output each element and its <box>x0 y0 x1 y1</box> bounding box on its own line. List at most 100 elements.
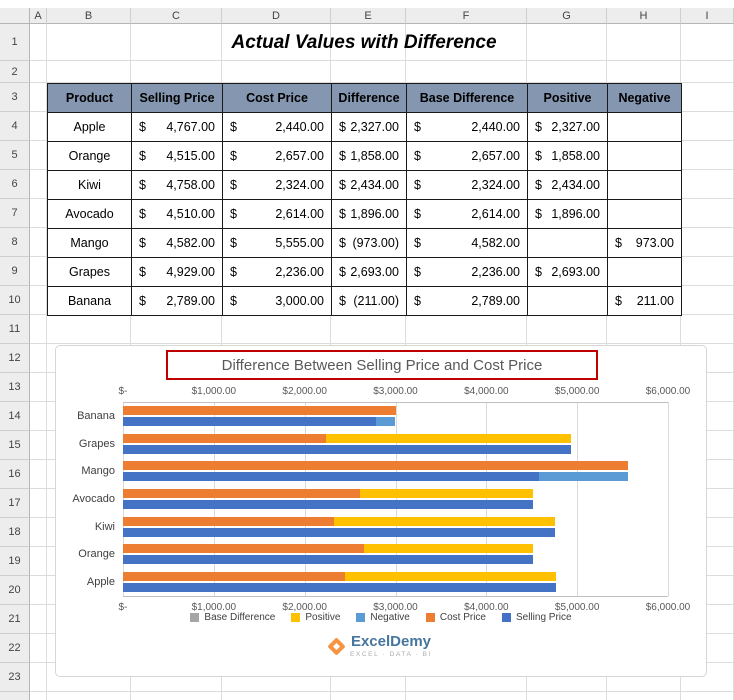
row-header-2[interactable]: 2 <box>0 61 30 83</box>
cell[interactable]: $2,614.00 <box>222 199 332 229</box>
legend-item-negative[interactable]: Negative <box>356 612 410 623</box>
cell[interactable]: Avocado <box>47 199 132 229</box>
cell[interactable] <box>607 141 682 171</box>
cell[interactable]: $2,693.00 <box>331 257 407 287</box>
chart[interactable]: Difference Between Selling Price and Cos… <box>55 345 707 677</box>
cell[interactable]: $211.00 <box>607 286 682 316</box>
cell[interactable]: $2,440.00 <box>222 112 332 142</box>
table-header-product[interactable]: Product <box>47 83 132 113</box>
bar-cost-price-orange <box>123 544 365 554</box>
cell[interactable]: $2,434.00 <box>331 170 407 200</box>
row-header-15[interactable]: 15 <box>0 431 30 460</box>
cell[interactable]: $2,327.00 <box>331 112 407 142</box>
cell[interactable]: $2,440.00 <box>406 112 528 142</box>
row-header-9[interactable]: 9 <box>0 257 30 286</box>
cell[interactable]: $2,236.00 <box>222 257 332 287</box>
row-header-19[interactable]: 19 <box>0 547 30 576</box>
row-header-11[interactable]: 11 <box>0 315 30 344</box>
cell[interactable]: $3,000.00 <box>222 286 332 316</box>
row-header-5[interactable]: 5 <box>0 141 30 170</box>
row-header-24[interactable]: 24 <box>0 692 30 700</box>
row-header-13[interactable]: 13 <box>0 373 30 402</box>
bar-selling-price-avocado <box>123 500 533 509</box>
cell[interactable]: $2,327.00 <box>527 112 608 142</box>
cell[interactable]: $1,896.00 <box>527 199 608 229</box>
cell[interactable]: $2,657.00 <box>222 141 332 171</box>
row-header-22[interactable]: 22 <box>0 634 30 663</box>
column-header-A[interactable]: A <box>30 8 47 24</box>
cell[interactable]: $5,555.00 <box>222 228 332 258</box>
row-header-8[interactable]: 8 <box>0 228 30 257</box>
row-header-21[interactable]: 21 <box>0 605 30 634</box>
row-header-7[interactable]: 7 <box>0 199 30 228</box>
cell[interactable]: $4,515.00 <box>131 141 223 171</box>
cell[interactable]: $4,929.00 <box>131 257 223 287</box>
cell[interactable]: Orange <box>47 141 132 171</box>
row-header-4[interactable]: 4 <box>0 112 30 141</box>
row-header-16[interactable]: 16 <box>0 460 30 489</box>
legend-item-base-difference[interactable]: Base Difference <box>190 612 275 623</box>
table-header-base-difference[interactable]: Base Difference <box>406 83 528 113</box>
cell[interactable]: $2,693.00 <box>527 257 608 287</box>
row-header-12[interactable]: 12 <box>0 344 30 373</box>
table-header-cost-price[interactable]: Cost Price <box>222 83 332 113</box>
legend-label: Negative <box>370 612 410 623</box>
cell[interactable]: $2,236.00 <box>406 257 528 287</box>
cell[interactable]: $4,582.00 <box>406 228 528 258</box>
row-header-14[interactable]: 14 <box>0 402 30 431</box>
table-header-positive[interactable]: Positive <box>527 83 608 113</box>
table-header-negative[interactable]: Negative <box>607 83 682 113</box>
cell[interactable] <box>527 286 608 316</box>
cell[interactable]: $2,324.00 <box>222 170 332 200</box>
chart-gridline <box>213 402 215 596</box>
cell[interactable]: $ (973.00) <box>331 228 407 258</box>
row-header-3[interactable]: 3 <box>0 83 30 112</box>
cell[interactable]: $ (211.00) <box>331 286 407 316</box>
column-header-I[interactable]: I <box>681 8 734 24</box>
table-header-selling-price[interactable]: Selling Price <box>131 83 223 113</box>
category-label: Orange <box>78 548 115 561</box>
cell[interactable]: Grapes <box>47 257 132 287</box>
cell[interactable]: $2,789.00 <box>131 286 223 316</box>
cell[interactable]: $4,767.00 <box>131 112 223 142</box>
table-row: Grapes $4,929.00 $2,236.00 $2,693.00 $2,236.… <box>47 257 682 287</box>
cell[interactable] <box>607 112 682 142</box>
cell[interactable]: $1,896.00 <box>331 199 407 229</box>
cell[interactable]: Kiwi <box>47 170 132 200</box>
chart-title-selection-border[interactable]: Difference Between Selling Price and Cos… <box>166 350 598 380</box>
cell[interactable]: $2,657.00 <box>406 141 528 171</box>
cell[interactable]: $2,434.00 <box>527 170 608 200</box>
cell[interactable]: $2,614.00 <box>406 199 528 229</box>
sheet-title[interactable]: Actual Values with Difference <box>47 22 681 60</box>
watermark-name: ExcelDemy <box>350 633 432 650</box>
cell[interactable] <box>607 257 682 287</box>
cell[interactable] <box>607 170 682 200</box>
cell[interactable]: Apple <box>47 112 132 142</box>
cell[interactable]: Mango <box>47 228 132 258</box>
cell[interactable]: $973.00 <box>607 228 682 258</box>
cell[interactable]: $2,789.00 <box>406 286 528 316</box>
table-header-difference[interactable]: Difference <box>331 83 407 113</box>
legend-item-selling-price[interactable]: Selling Price <box>501 612 572 623</box>
cell[interactable]: Banana <box>47 286 132 316</box>
cell[interactable] <box>607 199 682 229</box>
row-header-20[interactable]: 20 <box>0 576 30 605</box>
cell[interactable] <box>527 228 608 258</box>
row-header-1[interactable]: 1 <box>0 24 30 61</box>
cell[interactable]: $1,858.00 <box>331 141 407 171</box>
row-header-18[interactable]: 18 <box>0 518 30 547</box>
bar-cost-price-banana <box>123 405 396 415</box>
row-header-17[interactable]: 17 <box>0 489 30 518</box>
cell[interactable]: $4,582.00 <box>131 228 223 258</box>
legend-item-cost-price[interactable]: Cost Price <box>425 612 486 623</box>
cell[interactable]: $2,324.00 <box>406 170 528 200</box>
cell[interactable]: $4,510.00 <box>131 199 223 229</box>
row-header-23[interactable]: 23 <box>0 663 30 692</box>
legend-item-positive[interactable]: Positive <box>291 612 340 623</box>
cell[interactable]: $1,858.00 <box>527 141 608 171</box>
row-header-10[interactable]: 10 <box>0 286 30 315</box>
row-header-6[interactable]: 6 <box>0 170 30 199</box>
chart-title[interactable]: Difference Between Selling Price and Cos… <box>222 357 543 374</box>
select-all-corner[interactable] <box>0 8 30 24</box>
cell[interactable]: $4,758.00 <box>131 170 223 200</box>
